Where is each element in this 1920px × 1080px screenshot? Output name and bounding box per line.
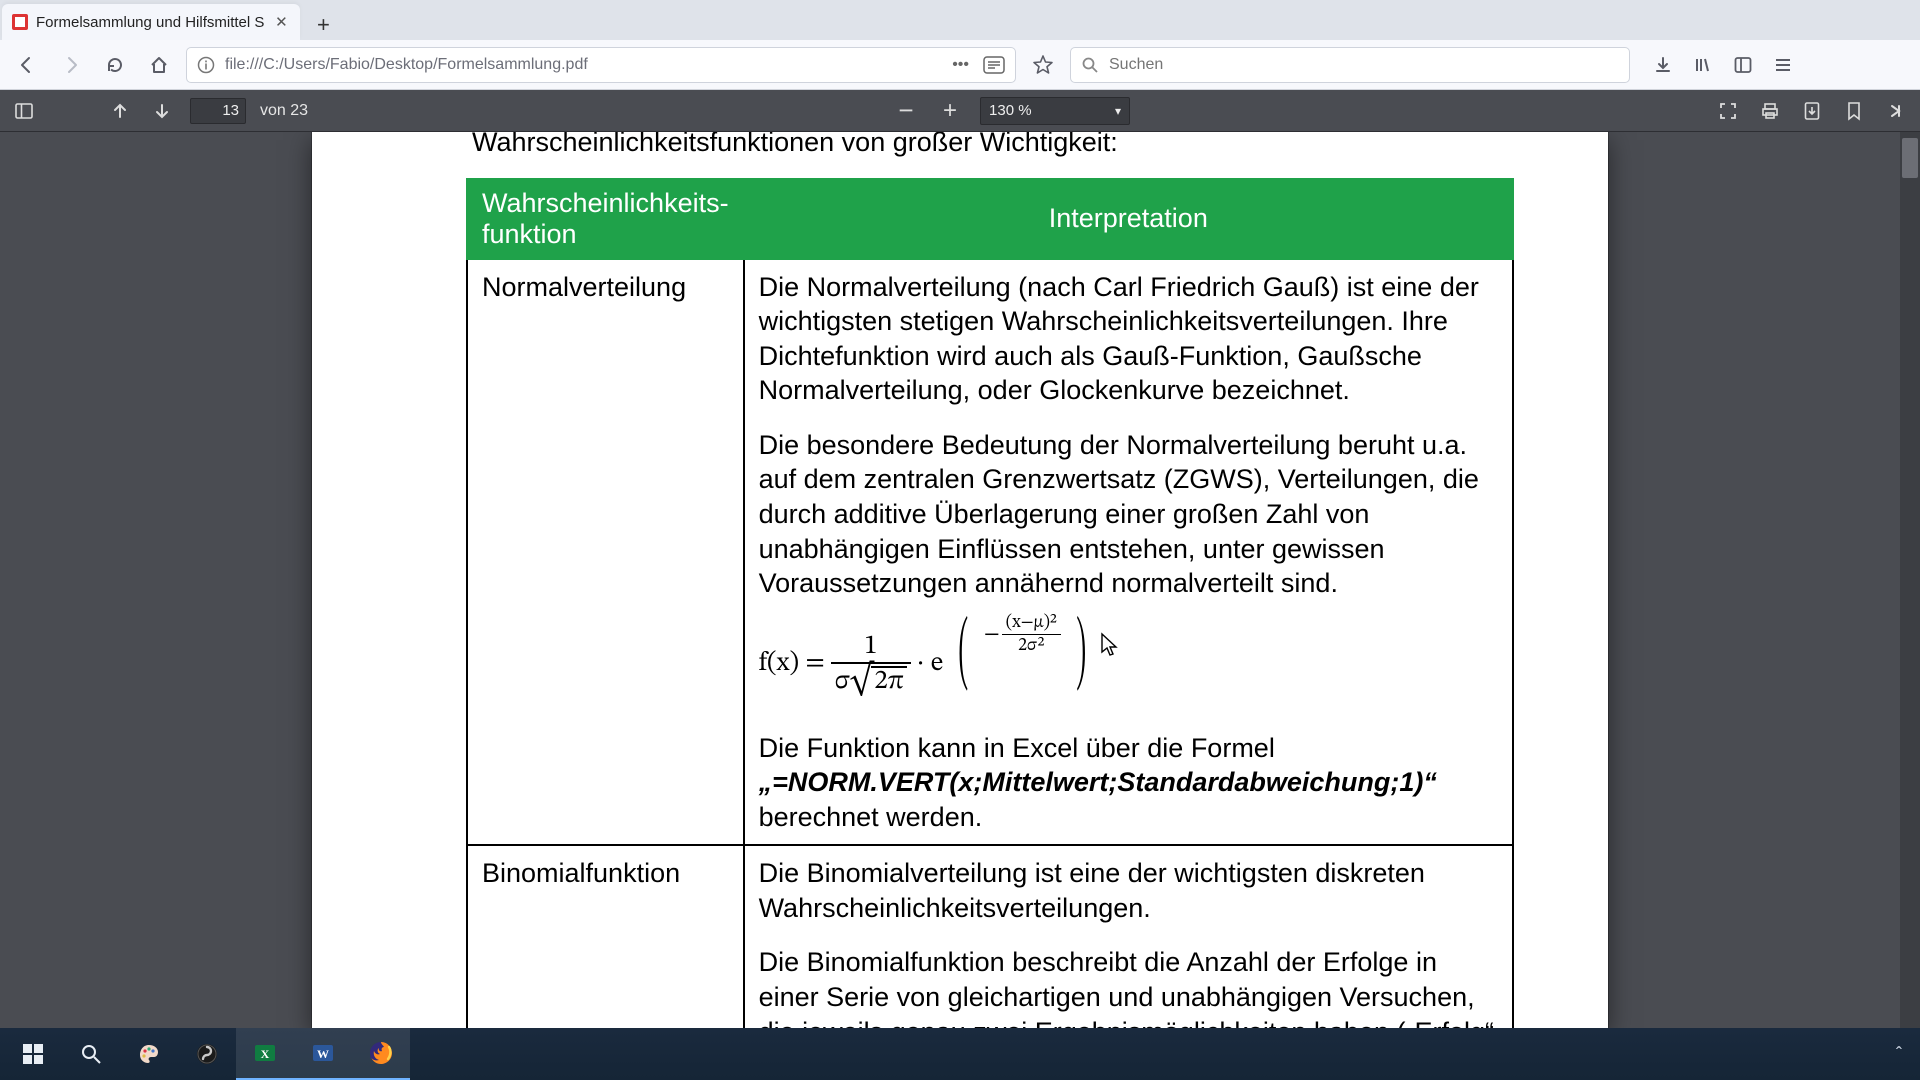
url-text: file:///C:/Users/Fabio/Desktop/Formelsam… (225, 56, 942, 74)
windows-taskbar: X W ˆ (0, 1028, 1920, 1080)
pdf-zoom-chevron-icon: ▾ (1115, 104, 1121, 118)
start-button[interactable] (4, 1028, 62, 1080)
pdf-zoom-select[interactable]: 130 % ▾ (980, 97, 1130, 125)
pdf-zoom-in-button[interactable]: + (936, 97, 964, 125)
nav-home-button[interactable] (142, 48, 176, 82)
bookmark-star-icon[interactable] (1026, 48, 1060, 82)
svg-text:X: X (261, 1047, 270, 1061)
nav-reload-button[interactable] (98, 48, 132, 82)
library-icon[interactable] (1686, 48, 1720, 82)
pdf-tools-chevron-icon[interactable] (1882, 97, 1910, 125)
taskbar-app-paint[interactable] (120, 1028, 178, 1080)
pdf-zoom-out-button[interactable]: − (892, 97, 920, 125)
dist-name-binomial: Binomialfunktion (467, 845, 744, 1028)
browser-tab[interactable]: Formelsammlung und Hilfsmittel S ✕ (2, 4, 300, 40)
dist-interpretation-binomial: Die Binomialverteilung ist eine der wich… (744, 845, 1513, 1028)
table-header-right: Interpretation (744, 179, 1513, 259)
dist-name-normal: Normalverteilung (467, 259, 744, 846)
browser-nav-row: file:///C:/Users/Fabio/Desktop/Formelsam… (0, 40, 1920, 90)
distributions-table: Wahrscheinlichkeits- funktion Interpreta… (466, 178, 1514, 1028)
tab-title: Formelsammlung und Hilfsmittel S (36, 14, 264, 31)
pdf-page-down-icon[interactable] (148, 97, 176, 125)
tab-favicon (12, 14, 28, 30)
nav-forward-button[interactable] (54, 48, 88, 82)
search-bar[interactable] (1070, 47, 1630, 83)
dist-interpretation-normal: Die Normalverteilung (nach Carl Friedric… (744, 259, 1513, 846)
page-actions-icon[interactable]: ••• (952, 56, 969, 74)
reader-mode-icon[interactable] (983, 56, 1005, 74)
taskbar-app-obs[interactable] (178, 1028, 236, 1080)
pdf-zoom-value: 130 % (989, 102, 1032, 119)
taskbar-app-excel[interactable]: X (236, 1028, 294, 1080)
downloads-icon[interactable] (1646, 48, 1680, 82)
scrollbar-thumb[interactable] (1902, 138, 1918, 178)
pdf-page: Wahrscheinlichkeitsfunktionen von großer… (312, 132, 1608, 1028)
browser-tabstrip: Formelsammlung und Hilfsmittel S ✕ + — 🗗… (0, 0, 1920, 40)
pdf-download-icon[interactable] (1798, 97, 1826, 125)
pdf-page-up-icon[interactable] (106, 97, 134, 125)
pdf-print-icon[interactable] (1756, 97, 1784, 125)
taskbar-tray-chevron-icon[interactable]: ˆ (1882, 1044, 1916, 1065)
sidebars-icon[interactable] (1726, 48, 1760, 82)
taskbar-app-word[interactable]: W (294, 1028, 352, 1080)
pdf-bookmark-icon[interactable] (1840, 97, 1868, 125)
intro-text: Wahrscheinlichkeitsfunktionen von großer… (472, 132, 1448, 160)
pdf-viewport[interactable]: Wahrscheinlichkeitsfunktionen von großer… (0, 132, 1920, 1028)
search-input[interactable] (1109, 56, 1619, 74)
search-icon (1081, 56, 1099, 74)
nav-back-button[interactable] (10, 48, 44, 82)
new-tab-button[interactable]: + (306, 10, 340, 40)
taskbar-app-firefox[interactable] (352, 1028, 410, 1080)
table-row: Normalverteilung Die Normalverteilung (n… (467, 259, 1513, 846)
address-bar[interactable]: file:///C:/Users/Fabio/Desktop/Formelsam… (186, 47, 1016, 83)
pdf-sidebar-toggle-icon[interactable] (10, 97, 38, 125)
connection-info-icon[interactable] (197, 56, 215, 74)
vertical-scrollbar[interactable] (1900, 132, 1920, 1028)
table-header-left: Wahrscheinlichkeits- funktion (467, 179, 744, 259)
taskbar-search-icon[interactable] (62, 1028, 120, 1080)
pdf-toolbar: 13 von 23 − + 130 % ▾ (0, 90, 1920, 132)
svg-text:W: W (317, 1047, 329, 1061)
hamburger-menu-icon[interactable] (1766, 48, 1800, 82)
tab-close-icon[interactable]: ✕ (272, 13, 290, 31)
table-row: Binomialfunktion Die Binomialverteilung … (467, 845, 1513, 1028)
pdf-presentation-icon[interactable] (1714, 97, 1742, 125)
normal-density-formula: f(x) = 1 σ√2π · e ( − (759, 621, 1498, 709)
pdf-current-page-input[interactable]: 13 (190, 98, 246, 124)
pdf-total-pages-label: von 23 (260, 102, 308, 120)
